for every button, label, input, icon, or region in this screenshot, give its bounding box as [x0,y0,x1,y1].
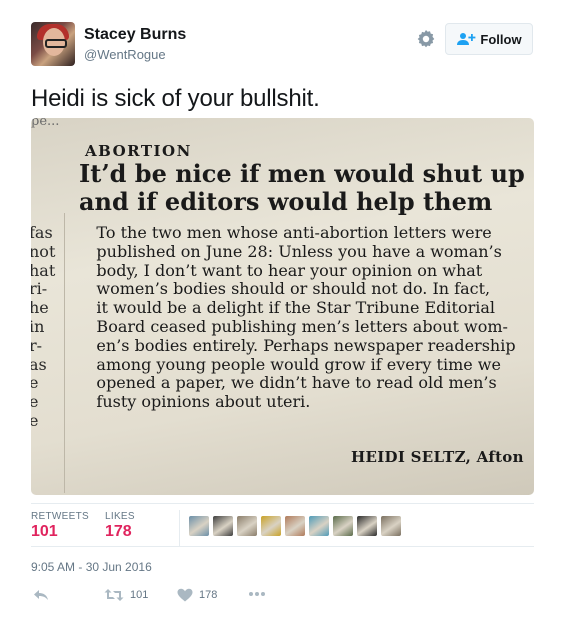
retweet-icon [104,589,124,601]
liker-avatar[interactable] [309,516,329,536]
retweets-label[interactable]: RETWEETS [31,511,89,522]
liker-avatar[interactable] [189,516,209,536]
liker-avatar[interactable] [237,516,257,536]
tweet-timestamp[interactable]: 9:05 AM - 30 Jun 2016 [31,560,152,574]
heart-icon [177,588,193,602]
follow-label: Follow [480,31,522,47]
author-avatar[interactable] [31,22,75,66]
more-button[interactable] [248,591,266,597]
column-rule [64,213,65,493]
liker-avatar[interactable] [333,516,353,536]
reply-icon [34,590,48,600]
like-count: 178 [199,589,218,601]
liker-avatar[interactable] [213,516,233,536]
liker-avatars [189,516,401,536]
divider-top [31,503,534,504]
more-icon [249,592,265,596]
retweets-count[interactable]: 101 [31,523,58,541]
follow-button[interactable]: Follow [445,23,533,55]
clipping-signature: HEIDI SELTZ, Afton [351,448,524,466]
clipping-body: To the two men whose anti-abortion lette… [96,223,516,412]
liker-avatar[interactable] [261,516,281,536]
likes-label[interactable]: LIKES [105,511,135,522]
liker-avatar[interactable] [357,516,377,536]
tweet-text: Heidi is sick of your bullshit. [31,85,320,112]
stats-separator [179,510,180,546]
divider-bottom [31,546,534,547]
liker-avatar[interactable] [381,516,401,536]
retweet-button[interactable]: 101 [104,588,148,602]
clipping-headline: It’d be nice if men would shut up and if… [79,159,525,216]
tweet-photo[interactable]: pe... fas not hat ri- he in r- as e e e … [31,118,534,495]
clipping-margin-text: fas not hat ri- he in r- as e e e [31,223,56,430]
liker-avatar[interactable] [285,516,305,536]
retweet-count: 101 [130,589,149,601]
add-user-icon [457,33,476,45]
gear-icon[interactable] [414,27,438,51]
clipping-top-fragment: pe... [31,118,60,129]
clipping-kicker: ABORTION [85,142,192,160]
likes-count[interactable]: 178 [105,523,132,541]
like-button[interactable]: 178 [177,588,217,602]
author-handle[interactable]: @WentRogue [84,47,166,62]
reply-button[interactable] [33,588,49,602]
author-name[interactable]: Stacey Burns [84,26,186,44]
